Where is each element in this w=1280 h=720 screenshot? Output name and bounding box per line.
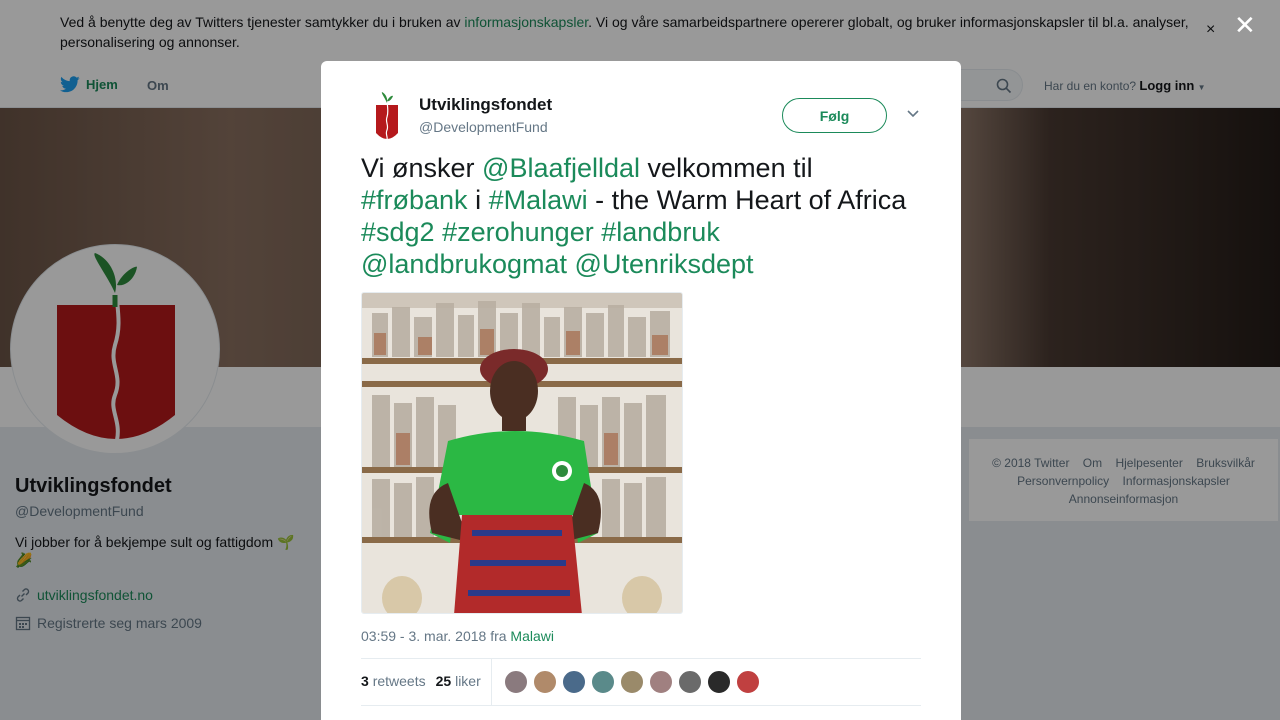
divider [361, 658, 921, 659]
tweet-photo-image [362, 293, 682, 613]
tweet-text-segment: Vi ønsker [361, 153, 483, 183]
follow-button[interactable]: Følg [782, 98, 887, 133]
liker-avatar[interactable] [736, 670, 760, 694]
author-name[interactable]: Utviklingsfondet [419, 95, 552, 115]
likes-stat[interactable]: 25 liker [436, 673, 481, 689]
liker-avatars [504, 670, 760, 694]
liker-avatar[interactable] [707, 670, 731, 694]
tweet-modal: Utviklingsfondet @DevelopmentFund Følg V… [321, 61, 961, 720]
liker-avatar[interactable] [649, 670, 673, 694]
tweet-text-segment: velkommen til [640, 153, 813, 183]
tweet-entity-link[interactable]: #landbruk [601, 217, 720, 247]
tweet-timestamp: 03:59 - 3. mar. 2018 fra [361, 628, 511, 644]
divider [491, 659, 492, 705]
likes-count: 25 [435, 673, 452, 689]
tweet-photo[interactable] [361, 292, 683, 614]
liker-avatar[interactable] [591, 670, 615, 694]
liker-avatar[interactable] [620, 670, 644, 694]
liker-avatar[interactable] [678, 670, 702, 694]
tweet-location[interactable]: Malawi [510, 628, 554, 644]
tweet-entity-link[interactable]: #frøbank [361, 185, 468, 215]
liker-avatar[interactable] [533, 670, 557, 694]
chevron-down-icon[interactable] [907, 110, 919, 118]
retweets-label: retweets [372, 673, 426, 689]
liker-avatar[interactable] [504, 670, 528, 694]
tweet-entity-link[interactable]: #zerohunger [442, 217, 594, 247]
tweet-entity-link[interactable]: @Blaafjelldal [482, 153, 640, 183]
retweets-stat[interactable]: 3 retweets [361, 673, 426, 689]
author-handle[interactable]: @DevelopmentFund [419, 119, 548, 135]
retweets-count: 3 [361, 673, 369, 689]
tweet-text: Vi ønsker @Blaafjelldal velkommen til #f… [361, 152, 926, 280]
close-modal-button[interactable]: ✕ [1234, 12, 1256, 38]
tweet-entity-link[interactable]: #sdg2 [361, 217, 435, 247]
tweet-entity-link[interactable]: @Utenriksdept [575, 249, 754, 279]
tweet-text-segment [435, 217, 443, 247]
author-avatar-logo-icon[interactable] [367, 91, 407, 143]
tweet-text-segment: - the Warm Heart of Africa [587, 185, 907, 215]
divider [361, 705, 921, 706]
tweet-meta: 03:59 - 3. mar. 2018 fra Malawi [361, 628, 554, 644]
tweet-text-segment [567, 249, 575, 279]
tweet-text-segment: i [467, 185, 489, 215]
tweet-entity-link[interactable]: #Malawi [489, 185, 588, 215]
likes-label: liker [455, 673, 481, 689]
tweet-entity-link[interactable]: @landbrukogmat [361, 249, 567, 279]
liker-avatar[interactable] [562, 670, 586, 694]
tweet-stats: 3 retweets 25 liker [361, 673, 481, 689]
